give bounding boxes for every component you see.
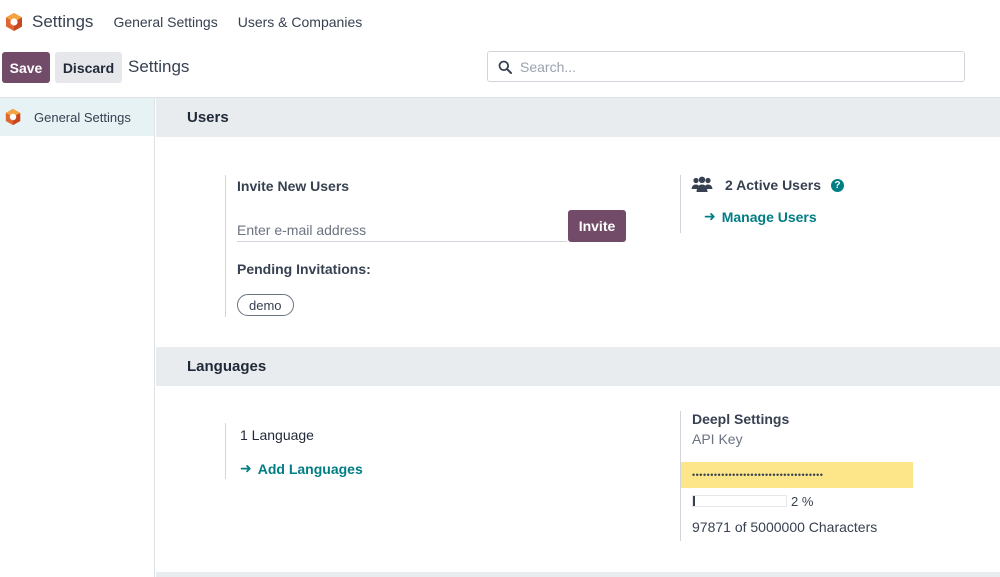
help-icon[interactable]: ? [830, 178, 844, 192]
save-button[interactable]: Save [2, 52, 50, 83]
invite-users-title: Invite New Users [237, 178, 350, 194]
usage-characters: 97871 of 5000000 Characters [692, 519, 878, 535]
nav-users-companies[interactable]: Users & Companies [238, 14, 363, 30]
pending-invitation-chip[interactable]: demo [237, 294, 294, 316]
arrow-right-icon: ➜ [704, 208, 716, 224]
section-header-users: Users [156, 98, 1000, 137]
email-field[interactable] [237, 218, 567, 242]
language-count: 1 Language [240, 427, 314, 443]
settings-sidebar: General Settings [0, 98, 155, 577]
top-navbar: Settings General Settings Users & Compan… [0, 0, 1000, 44]
discard-button[interactable]: Discard [55, 52, 122, 83]
app-title[interactable]: Settings [32, 12, 93, 32]
active-users-label: 2 Active Users [725, 177, 821, 193]
usage-percent: 2 % [791, 494, 814, 509]
section-header-next [156, 572, 1000, 577]
breadcrumb: Settings [128, 57, 190, 76]
manage-users-link[interactable]: ➜ Manage Users [704, 208, 817, 225]
invite-button[interactable]: Invite [568, 210, 626, 242]
api-key-label: API Key [692, 431, 743, 447]
nav-general-settings[interactable]: General Settings [113, 14, 217, 30]
pending-invitations-title: Pending Invitations: [237, 261, 371, 277]
sidebar-item-general-settings[interactable]: General Settings [0, 98, 154, 136]
control-panel: Save Discard Settings [0, 50, 1000, 84]
odoo-app-icon [5, 108, 21, 126]
setting-divider [225, 175, 226, 317]
users-icon [691, 176, 713, 192]
add-languages-label: Add Languages [257, 460, 363, 477]
add-languages-link[interactable]: ➜ Add Languages [240, 460, 363, 477]
usage-progress-fill [693, 496, 695, 506]
deepl-settings-title: Deepl Settings [692, 411, 790, 427]
manage-users-label: Manage Users [721, 208, 817, 225]
usage-progress-bar [692, 495, 787, 507]
active-users-row: 2 Active Users ? [691, 176, 844, 194]
api-key-field[interactable] [681, 462, 913, 488]
odoo-app-icon[interactable] [4, 12, 24, 32]
arrow-right-icon: ➜ [240, 460, 252, 476]
setting-divider [680, 175, 681, 233]
search-box[interactable] [487, 51, 965, 82]
sidebar-item-label: General Settings [34, 109, 131, 125]
search-input[interactable] [520, 58, 940, 75]
section-header-languages: Languages [156, 347, 1000, 386]
settings-main: Users Invite New Users Invite Pending In… [156, 98, 1000, 577]
setting-divider [225, 423, 226, 479]
search-icon [498, 60, 512, 74]
